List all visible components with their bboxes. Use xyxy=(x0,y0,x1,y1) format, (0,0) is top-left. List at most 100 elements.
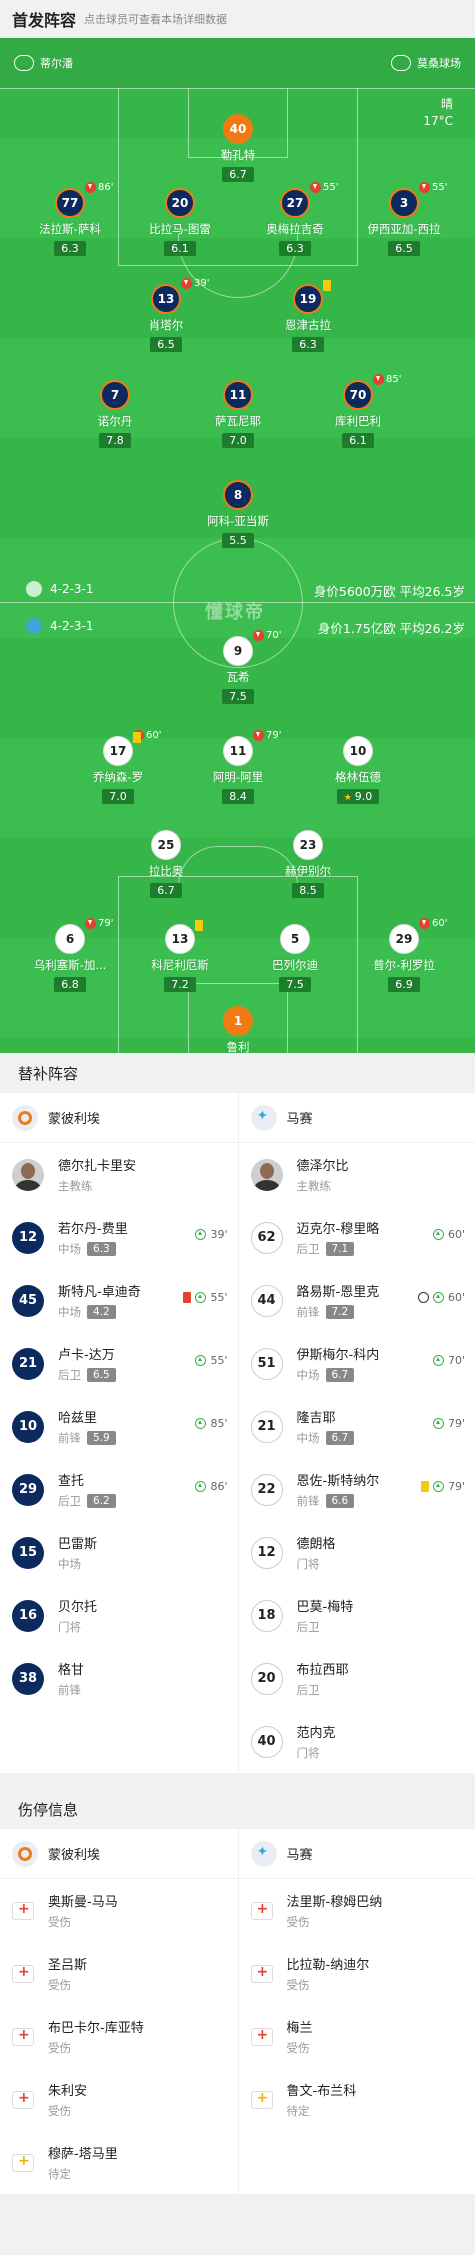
player-number-circle: 1 xyxy=(223,1006,253,1036)
sub-player-row[interactable]: 45 斯特凡-卓迪奇 中场 4.2 55' xyxy=(0,1269,238,1332)
sub-player-row[interactable]: 29 查托 后卫 6.2 86' xyxy=(0,1458,238,1521)
sub-player-number: 62 xyxy=(250,1221,283,1254)
player-rating-value: 6.3 xyxy=(286,242,304,255)
home-formation: 4-2-3-1 xyxy=(26,581,94,597)
subs-away-team[interactable]: 马赛 xyxy=(238,1093,475,1143)
player-marker[interactable]: 11 萨瓦尼耶 7.0 xyxy=(183,380,293,448)
sub-player-name: 布拉西耶 xyxy=(296,1663,349,1678)
sub-player-row[interactable]: 62 迈克尔-穆里略 后卫 7.1 60' xyxy=(239,1206,475,1269)
sub-player-row[interactable]: 44 路易斯-恩里克 前锋 7.2 60' xyxy=(239,1269,475,1332)
sub-player-meta: 后卫 7.1 xyxy=(297,1241,380,1257)
sub-player-rating: 6.7 xyxy=(325,1368,355,1382)
sub-player-row[interactable]: 22 恩佐-斯特纳尔 前锋 6.6 79' xyxy=(239,1458,475,1521)
player-marker[interactable]: 25 拉比奥 6.7 xyxy=(111,830,221,898)
sub-player-position: 中场 xyxy=(58,1305,81,1319)
sub-player-row[interactable]: 20 布拉西耶 后卫 xyxy=(239,1647,475,1710)
sub-in-time: 79' xyxy=(432,1417,465,1430)
subs-home-team[interactable]: 蒙彼利埃 xyxy=(0,1093,238,1143)
sub-minute: 79' xyxy=(266,730,282,741)
subs-away-team-name: 马赛 xyxy=(286,1112,313,1127)
subs-away-column: 马赛 德泽尔比主教练 62 迈克尔-穆里略后卫 7.1 60' 44 路易斯-恩里克前锋 7.… xyxy=(237,1093,475,1773)
sub-player-row[interactable]: 16 贝尔托 门将 xyxy=(0,1584,238,1647)
yellow-card-icon xyxy=(195,920,203,931)
player-rating: 8.5 xyxy=(292,883,324,898)
player-marker[interactable]: 8 阿科-亚当斯 5.5 xyxy=(183,480,293,548)
sub-in-icon xyxy=(195,1292,207,1303)
sub-in-time: 70' xyxy=(432,1354,465,1367)
player-rating: 7.8 xyxy=(99,433,131,448)
player-rating: 8.4 xyxy=(222,789,254,804)
injury-icon xyxy=(12,1964,34,1983)
sub-player-row[interactable]: 21 卢卡-达万 后卫 6.5 55' xyxy=(0,1332,238,1395)
injury-row[interactable]: 鲁文-布兰科待定 xyxy=(239,2068,475,2131)
player-marker[interactable]: 20 比拉马-图雷 6.1 xyxy=(125,188,235,256)
player-marker[interactable]: 29 60' 普尔-利罗拉 6.9 xyxy=(349,918,459,992)
injuries-away-team[interactable]: 马赛 xyxy=(238,1829,475,1879)
sub-player-row[interactable]: 12 若尔丹-费里 中场 6.3 39' xyxy=(0,1206,238,1269)
sub-player-row[interactable]: 51 伊斯梅尔-科内 中场 6.7 70' xyxy=(239,1332,475,1395)
injury-row[interactable]: 比拉勒-纳迪尔受伤 xyxy=(239,1942,475,2005)
montpellier-badge-icon xyxy=(12,1104,38,1131)
player-marker[interactable]: 10 格林伍德 ★ 9.0 xyxy=(303,736,413,804)
sub-player-row[interactable]: 18 巴莫-梅特 后卫 xyxy=(239,1584,475,1647)
player-marker[interactable]: 77 86' 法拉斯-萨科 6.3 xyxy=(15,182,125,256)
injured-player-name: 奥斯曼-马马 xyxy=(48,1895,118,1910)
sub-player-row[interactable]: 12 德朗格 门将 xyxy=(239,1521,475,1584)
sub-player-meta: 中场 6.3 xyxy=(58,1241,128,1257)
coach-row[interactable]: 德泽尔比 主教练 xyxy=(239,1143,475,1206)
player-rating: 6.3 xyxy=(54,241,86,256)
player-marker[interactable]: 1鲁利8.0 xyxy=(183,1006,293,1053)
injury-icon xyxy=(12,2153,34,2172)
player-marker[interactable]: 23 赫伊别尔 8.5 xyxy=(253,830,363,898)
injury-info: 朱利安 受伤 xyxy=(48,2080,87,2119)
sub-player-rating: 6.3 xyxy=(87,1242,116,1256)
player-marker[interactable]: 19 恩津古拉 6.3 xyxy=(253,280,363,352)
player-rating-value: 7.2 xyxy=(171,978,189,991)
player-marker[interactable]: 5 巴列尔迪 7.5 xyxy=(240,924,350,992)
sub-player-row[interactable]: 40 范内克 门将 xyxy=(239,1710,475,1773)
sub-player-row[interactable]: 38 格甘 前锋 xyxy=(0,1647,238,1710)
player-marker[interactable]: 40 勒孔特 6.7 xyxy=(183,114,293,182)
substitution-time: 39' xyxy=(181,278,209,289)
sub-player-row[interactable]: 10 哈兹里 前锋 5.9 85' xyxy=(0,1395,238,1458)
player-marker[interactable]: 17 60' 乔纳森-罗 7.0 xyxy=(63,730,173,804)
player-number-circle: 11 xyxy=(223,736,253,766)
player-number-circle: 23 xyxy=(293,830,323,860)
player-marker[interactable]: 13 科尼利厄斯 7.2 xyxy=(125,920,235,992)
injury-status: 受伤 xyxy=(286,1978,310,1992)
player-name: 阿明-阿里 xyxy=(212,770,264,784)
player-marker[interactable]: 6 79' 乌利塞斯-加... 6.8 xyxy=(15,918,125,992)
whistle-icon xyxy=(14,55,34,71)
player-number-circle: 27 xyxy=(280,188,310,218)
injuries-home-team[interactable]: 蒙彼利埃 xyxy=(0,1829,238,1879)
sub-player-position: 中场 xyxy=(58,1557,81,1571)
sub-player-number: 21 xyxy=(12,1347,44,1380)
injury-row[interactable]: 布巴卡尔-库亚特受伤 xyxy=(0,2005,238,2068)
player-name: 肖塔尔 xyxy=(148,318,184,332)
player-marker[interactable]: 3 55' 伊西亚加-西拉 6.5 xyxy=(349,182,459,256)
player-marker[interactable]: 11 79' 阿明-阿里 8.4 xyxy=(183,730,293,804)
sub-minute: 60' xyxy=(146,730,162,741)
injury-row[interactable]: 奥斯曼-马马受伤 xyxy=(0,1879,238,1942)
sub-player-name: 路易斯-恩里克 xyxy=(296,1285,380,1300)
empty-row xyxy=(239,2131,475,2194)
sub-in-time: 60' xyxy=(417,1291,465,1304)
injury-row[interactable]: 朱利安受伤 xyxy=(0,2068,238,2131)
player-marker[interactable]: 27 55' 奥梅拉吉奇 6.3 xyxy=(240,182,350,256)
player-marker[interactable]: 70 85' 库利巴利 6.1 xyxy=(303,374,413,448)
sub-player-rating: 5.9 xyxy=(87,1431,116,1445)
sub-player-row[interactable]: 15 巴雷斯 中场 xyxy=(0,1521,238,1584)
sub-in-icon xyxy=(195,1418,207,1429)
player-marker[interactable]: 13 39' 肖塔尔 6.5 xyxy=(111,278,221,352)
sub-player-row[interactable]: 21 隆吉耶 中场 6.7 79' xyxy=(239,1395,475,1458)
player-marker[interactable]: 9 70' 瓦希 7.5 xyxy=(183,630,293,704)
player-number-circle: 10 xyxy=(343,736,373,766)
injury-row[interactable]: 梅兰受伤 xyxy=(239,2005,475,2068)
injured-player-name: 布巴卡尔-库亚特 xyxy=(48,2021,144,2036)
coach-row[interactable]: 德尔扎卡里安 主教练 xyxy=(0,1143,238,1206)
injury-row[interactable]: 法里斯-穆姆巴纳受伤 xyxy=(239,1879,475,1942)
injury-row[interactable]: 圣吕斯受伤 xyxy=(0,1942,238,2005)
sub-player-position: 前锋 xyxy=(58,1431,81,1445)
player-marker[interactable]: 7 诺尔丹 7.8 xyxy=(60,380,170,448)
injury-row[interactable]: 穆萨-塔马里待定 xyxy=(0,2131,238,2194)
